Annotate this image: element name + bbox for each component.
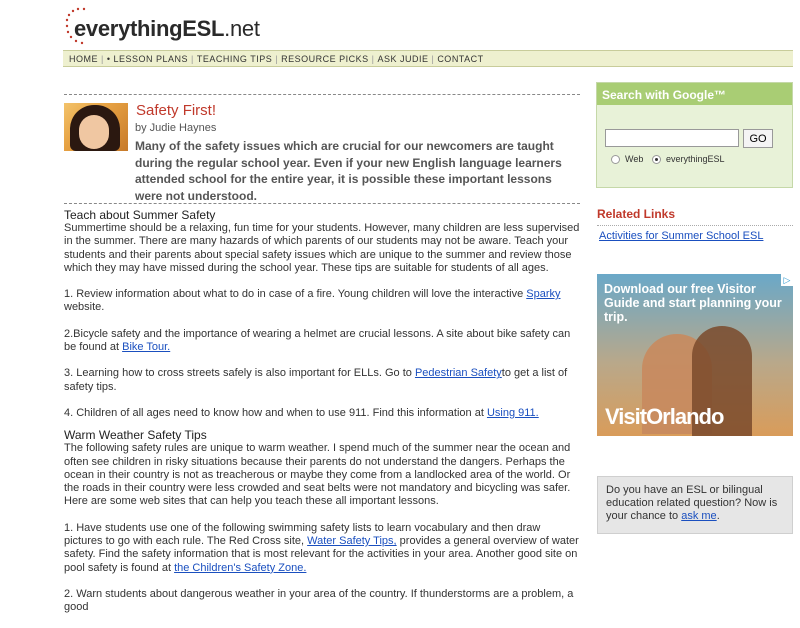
ad-choices-icon[interactable]: ▷ bbox=[781, 274, 793, 286]
tip-item: 2.Bicycle safety and the importance of w… bbox=[64, 327, 571, 354]
nav-ask-judie[interactable]: ASK JUDIE bbox=[374, 54, 431, 64]
ad-headline: Download our free Visitor Guide and star… bbox=[604, 282, 782, 324]
ad-brand-logo: VisitOrlando bbox=[605, 404, 724, 429]
related-links-title: Related Links bbox=[597, 207, 676, 221]
ask-me-link[interactable]: ask me bbox=[681, 510, 716, 522]
tip-item: 1. Have students use one of the followin… bbox=[64, 521, 579, 574]
radio-checked-icon bbox=[652, 154, 661, 164]
section-heading: Warm Weather Safety Tips bbox=[64, 428, 207, 443]
site-header: everythingESL.net bbox=[0, 0, 800, 50]
nav-resource-picks[interactable]: RESOURCE PICKS bbox=[278, 54, 372, 64]
go-button[interactable]: GO bbox=[743, 129, 773, 148]
tip-item: 2. Warn students about dangerous weather… bbox=[64, 587, 574, 614]
radio-icon bbox=[611, 154, 620, 164]
article: Safety First! by Judie Haynes Many of th… bbox=[64, 94, 580, 613]
section-paragraph: The following safety rules are unique to… bbox=[64, 442, 571, 508]
site-logo-text: everythingESL.net bbox=[74, 16, 260, 41]
tip-item: 4. Children of all ages need to know how… bbox=[64, 406, 539, 419]
article-body: Teach about Summer Safety Summertime sho… bbox=[64, 208, 580, 628]
sparky-link[interactable]: Sparky bbox=[526, 288, 560, 300]
section-paragraph: Summertime should be a relaxing, fun tim… bbox=[64, 222, 580, 274]
nav-teaching-tips[interactable]: TEACHING TIPS bbox=[194, 54, 275, 64]
using-911-link[interactable]: Using 911. bbox=[487, 407, 539, 419]
radio-everythingesl[interactable]: everythingESL bbox=[652, 154, 725, 164]
section-heading: Teach about Summer Safety bbox=[64, 208, 216, 222]
pedestrian-safety-link[interactable]: Pedestrian Safety bbox=[415, 367, 502, 379]
nav-home[interactable]: HOME bbox=[66, 54, 101, 64]
article-intro: Many of the safety issues which are cruc… bbox=[135, 139, 562, 203]
site-logo[interactable]: everythingESL.net bbox=[64, 6, 260, 46]
nav-lesson-plans[interactable]: • LESSON PLANS bbox=[104, 54, 191, 64]
article-header: Safety First! by Judie Haynes Many of th… bbox=[64, 95, 580, 203]
divider bbox=[597, 225, 793, 226]
author-photo bbox=[64, 103, 128, 151]
main-nav: HOME | • LESSON PLANS | TEACHING TIPS | … bbox=[63, 50, 793, 67]
article-byline: by Judie Haynes bbox=[135, 122, 217, 134]
radio-web[interactable]: Web bbox=[611, 154, 643, 164]
search-input[interactable] bbox=[605, 129, 739, 147]
search-title: Search with Google™ bbox=[597, 83, 792, 105]
tip-item: 1. Review information about what to do i… bbox=[64, 288, 561, 314]
google-search-box: Search with Google™ GO Web everythingESL bbox=[596, 82, 793, 188]
nav-contact[interactable]: CONTACT bbox=[434, 54, 486, 64]
article-title: Safety First! bbox=[136, 102, 217, 119]
childrens-safety-zone-link[interactable]: the Children's Safety Zone. bbox=[174, 562, 306, 574]
related-link[interactable]: Activities for Summer School ESL bbox=[599, 230, 763, 242]
visit-orlando-ad[interactable]: Download our free Visitor Guide and star… bbox=[597, 274, 793, 436]
bike-tour-link[interactable]: Bike Tour. bbox=[122, 341, 170, 353]
tip-item: 3. Learning how to cross streets safely … bbox=[64, 367, 568, 393]
water-safety-tips-link[interactable]: Water Safety Tips, bbox=[307, 535, 396, 547]
ask-judie-box: Do you have an ESL or bilingual educatio… bbox=[597, 476, 793, 534]
